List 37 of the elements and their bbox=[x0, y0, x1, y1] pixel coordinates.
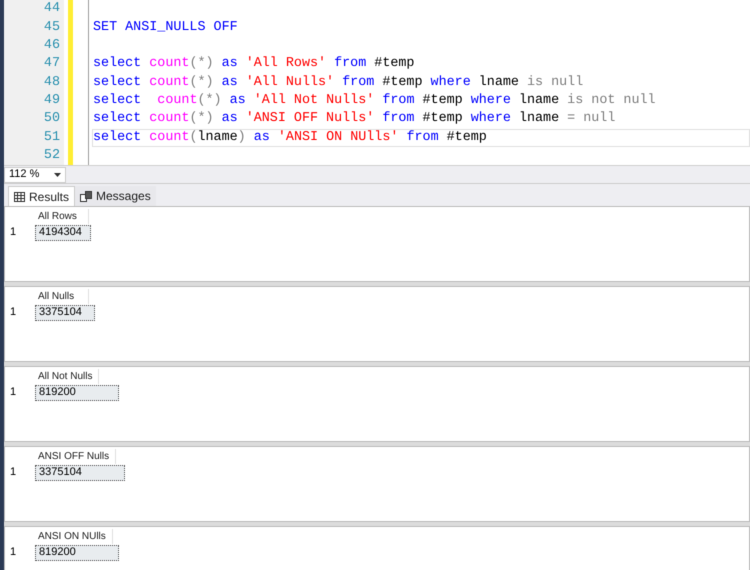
line-number: 47 bbox=[44, 55, 60, 74]
code-line: select count(*) as 'All Not Nulls' from #temp where lname is not null bbox=[93, 92, 656, 110]
table-cell[interactable]: 819200 bbox=[35, 384, 119, 400]
line-number: 49 bbox=[44, 92, 60, 110]
line-number: 48 bbox=[44, 74, 60, 92]
line-number: 50 bbox=[44, 110, 60, 128]
code-line: select count(*) as 'All Nulls' from #temp where lname is null bbox=[93, 74, 584, 92]
dropdown-arrow-icon bbox=[54, 172, 61, 176]
line-number: 46 bbox=[44, 36, 60, 55]
column-header[interactable]: ANSI ON NUlls bbox=[35, 529, 113, 544]
table-cell[interactable]: 4194304 bbox=[35, 224, 91, 240]
column-header[interactable]: All Rows bbox=[35, 209, 89, 224]
results-tab[interactable]: Messages bbox=[75, 186, 156, 206]
table-cell[interactable]: 3375104 bbox=[35, 304, 95, 320]
row-number: 1 bbox=[9, 545, 18, 560]
column-header[interactable]: All Nulls bbox=[35, 289, 89, 304]
table-cell[interactable]: 819200 bbox=[35, 544, 119, 560]
zoom-dropdown[interactable]: 112 % bbox=[4, 166, 66, 182]
line-number: 45 bbox=[44, 18, 60, 37]
code-editor[interactable] bbox=[4, 0, 750, 166]
code-line: select count(*) as 'All Rows' from #temp bbox=[93, 55, 414, 74]
row-number: 1 bbox=[9, 225, 18, 240]
row-number: 1 bbox=[9, 385, 18, 400]
table-cell[interactable]: 3375104 bbox=[35, 464, 125, 480]
row-number: 1 bbox=[9, 305, 18, 320]
code-line: SET ANSI_NULLS OFF bbox=[93, 18, 238, 37]
column-header[interactable]: All Not Nulls bbox=[35, 369, 100, 384]
code-line: select count(lname) as 'ANSI ON NUlls' from #temp bbox=[93, 128, 487, 147]
line-number: 51 bbox=[44, 128, 60, 147]
code-line: select count(*) as 'ANSI OFF Nulls' from #temp where lname = null bbox=[93, 110, 616, 128]
line-number: 44 bbox=[44, 0, 60, 18]
results-tab[interactable]: Results bbox=[8, 186, 76, 206]
document-icon bbox=[80, 190, 92, 202]
row-number: 1 bbox=[9, 465, 18, 480]
line-number: 52 bbox=[44, 147, 60, 165]
column-header[interactable]: ANSI OFF Nulls bbox=[35, 449, 116, 464]
grid-icon bbox=[14, 192, 25, 202]
